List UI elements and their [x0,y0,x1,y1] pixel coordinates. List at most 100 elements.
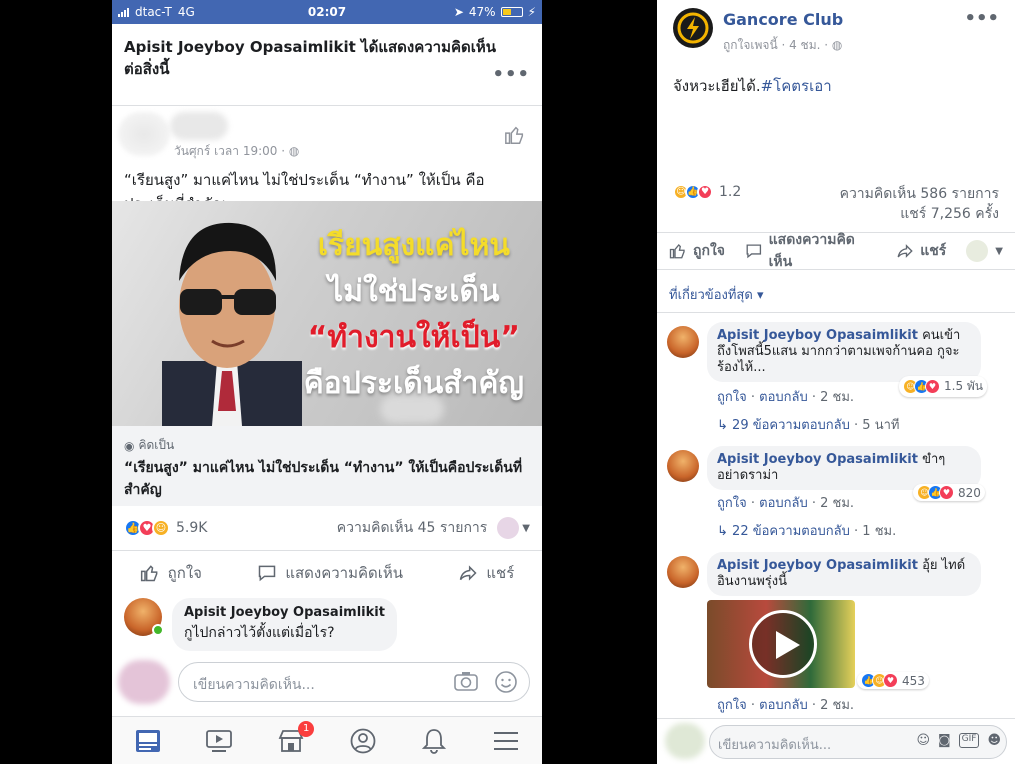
comment-like-link[interactable]: ถูกใจ [717,496,747,511]
hashtag-link[interactable]: #โคตรเอา [761,77,832,95]
share-button[interactable]: แชร์ [896,240,946,262]
blurred-watermark [380,395,444,423]
online-indicator [152,624,164,636]
reaction-icons[interactable]: ☺ 👍 ♥ [673,184,713,200]
post-stats: ☺ 👍 ♥ 1.2 ความคิดเห็น 586 รายการ แชร์ 7,… [657,180,1015,224]
comment-meta: ถูกใจ · ตอบกลับ · 2 ชม. [717,390,855,405]
commenter-name[interactable]: Apisit Joeyboy Opasaimlikit [184,605,385,620]
comment-sort-dropdown[interactable]: ที่เกี่ยวข้องที่สุด ▾ [669,284,763,305]
comment: Apisit Joeyboy Opasaimlikit ขำๆ อย่าดราม… [667,446,1007,542]
post-actions: ถูกใจ แสดงความคิดเห็น แชร์ ▼ [657,232,1015,270]
location-icon: ➤ [453,5,464,19]
charging-icon: ⚡ [527,5,536,19]
globe-icon: ◍ [288,144,300,158]
globe-icon: ◍ [831,38,843,52]
comment-icon [746,244,762,259]
commenter-avatar[interactable] [667,326,699,358]
emoji-icon[interactable] [494,670,518,694]
write-comment-row: เขียนความคิดเห็น... ☺ ◙ GIF ☻ [657,718,1015,764]
play-icon[interactable] [749,610,817,678]
more-options-icon[interactable]: ••• [492,64,530,85]
image-caption: เรียนสูงแค่ไหน ไม่ใช่ประเด็น “ทำงานให้เป… [303,228,524,401]
link-preview[interactable]: ◉ คิดเป็น “เรียนสูง” มาแค่ไหน ไม่ใช่ประเด… [112,426,542,506]
comment-button[interactable]: แสดงความคิดเห็น [257,561,403,585]
tab-marketplace[interactable]: 1 [276,720,315,755]
comment-reactions[interactable]: ☺ 👍 ♥ 1.5 พัน [899,376,988,397]
chevron-down-icon: ▼ [995,245,1003,257]
share-icon [897,244,913,258]
comment-bubble: Apisit Joeyboy Opasaimlikit อุ้ย ไทด์อิน… [707,552,981,596]
status-bar: dtac-T 4G 02:07 ➤ 47% ⚡ [112,0,542,24]
viewer-avatar [665,723,705,759]
comment-bubble: Apisit Joeyboy Opasaimlikit กูไปกล่าวไว้… [172,598,397,651]
comment-reply-link[interactable]: ตอบกลับ [759,496,808,511]
tab-menu[interactable] [491,727,521,755]
reply-arrow-icon: ↳ [717,418,728,433]
mobile-screen: dtac-T 4G 02:07 ➤ 47% ⚡ Apisit Joeyboy O… [112,0,542,764]
comment-reactions[interactable]: ☺ 👍 ♥ 820 [913,484,985,501]
post-image[interactable]: เรียนสูงแค่ไหน ไม่ใช่ประเด็น “ทำงานให้เป… [112,201,542,426]
author-name[interactable] [170,112,228,140]
tab-news-feed[interactable] [133,727,163,755]
chevron-down-icon: ▾ [756,288,764,303]
commenter-avatar[interactable] [667,556,699,588]
author-avatar[interactable] [118,112,170,156]
comment-reactions[interactable]: 👍 ☺ ♥ 453 [857,672,929,689]
camera-icon[interactable] [454,670,478,692]
gif-icon[interactable]: GIF [958,733,980,748]
reaction-count[interactable]: 1.2 [719,184,741,200]
like-page-icon[interactable] [504,124,526,150]
comment-meta: ถูกใจ · ตอบกลับ · 2 ชม. [717,496,855,511]
video-icon [206,729,233,752]
tab-watch[interactable] [204,727,234,755]
comment-bubble: Apisit Joeyboy Opasaimlikit คนเข้าถึงโพส… [707,322,981,382]
page-name[interactable]: Gancore Club [723,10,843,29]
camera-icon[interactable]: ◙ [938,733,951,748]
sticker-icon[interactable]: ☻ [987,733,1001,748]
tab-bar: 1 [112,716,542,764]
post-meta: วันศุกร์ เวลา 19:00 · ◍ [174,144,300,158]
like-button[interactable]: ถูกใจ [140,561,202,585]
profile-icon [350,728,376,753]
tab-notifications[interactable] [419,727,449,755]
viewer-avatar [497,517,520,539]
comment: Apisit Joeyboy Opasaimlikit อุ้ย ไทด์อิน… [667,552,1007,716]
love-reaction-icon: ♥ [883,673,898,688]
comment-button[interactable]: แสดงความคิดเห็น [745,229,876,273]
reaction-count[interactable]: 5.9K [176,520,207,536]
love-reaction-icon: ♥ [939,485,954,500]
comment-count[interactable]: ความคิดเห็น 45 รายการ [337,517,488,539]
haha-reaction-icon: ☺ [152,519,170,537]
view-replies-link[interactable]: ↳ 22 ข้อความตอบกลับ · 1 ชม. [717,520,896,541]
comment-like-link[interactable]: ถูกใจ [717,698,747,713]
comment-like-link[interactable]: ถูกใจ [717,390,747,405]
tab-profile[interactable] [348,727,378,755]
emoji-icon[interactable]: ☺ [916,733,930,748]
love-reaction-icon: ♥ [925,379,940,394]
post-as-selector[interactable]: ▼ [966,240,1003,262]
desktop-post: Gancore Club ถูกใจเพจนี้ · 4 ชม. · ◍ •••… [657,0,1015,764]
comment: Apisit Joeyboy Opasaimlikit คนเข้าถึงโพส… [667,322,1007,435]
share-button[interactable]: แชร์ [458,561,514,585]
commenter-avatar[interactable] [124,598,164,636]
bell-icon [422,728,447,754]
battery-percent: 47% [468,5,496,19]
comment-reply-link[interactable]: ตอบกลับ [759,390,808,405]
comment-reply-link[interactable]: ตอบกลับ [759,698,808,713]
page-logo[interactable] [673,8,713,48]
chevron-down-icon[interactable]: ▼ [522,523,530,534]
video-thumbnail[interactable] [707,600,855,688]
view-replies-link[interactable]: ↳ 29 ข้อความตอบกลับ · 5 นาที [717,414,899,435]
reaction-icons[interactable]: 👍 ♥ ☺ [124,519,170,537]
share-count[interactable]: แชร์ 7,256 ครั้ง [840,204,999,224]
more-options-icon[interactable]: ••• [964,8,999,29]
commenter-name[interactable]: Apisit Joeyboy Opasaimlikit [717,558,918,573]
comment-count[interactable]: ความคิดเห็น 586 รายการ [840,184,999,204]
commenter-avatar[interactable] [667,450,699,482]
commenter-name[interactable]: Apisit Joeyboy Opasaimlikit [717,452,918,467]
commenter-name[interactable]: Apisit Joeyboy Opasaimlikit [717,328,918,343]
post-meta: ถูกใจเพจนี้ · 4 ชม. · ◍ [723,38,843,52]
comment: Apisit Joeyboy Opasaimlikit กูไปกล่าวไว้… [124,598,397,651]
like-button[interactable]: ถูกใจ [669,240,725,262]
comment-icon [259,565,276,581]
